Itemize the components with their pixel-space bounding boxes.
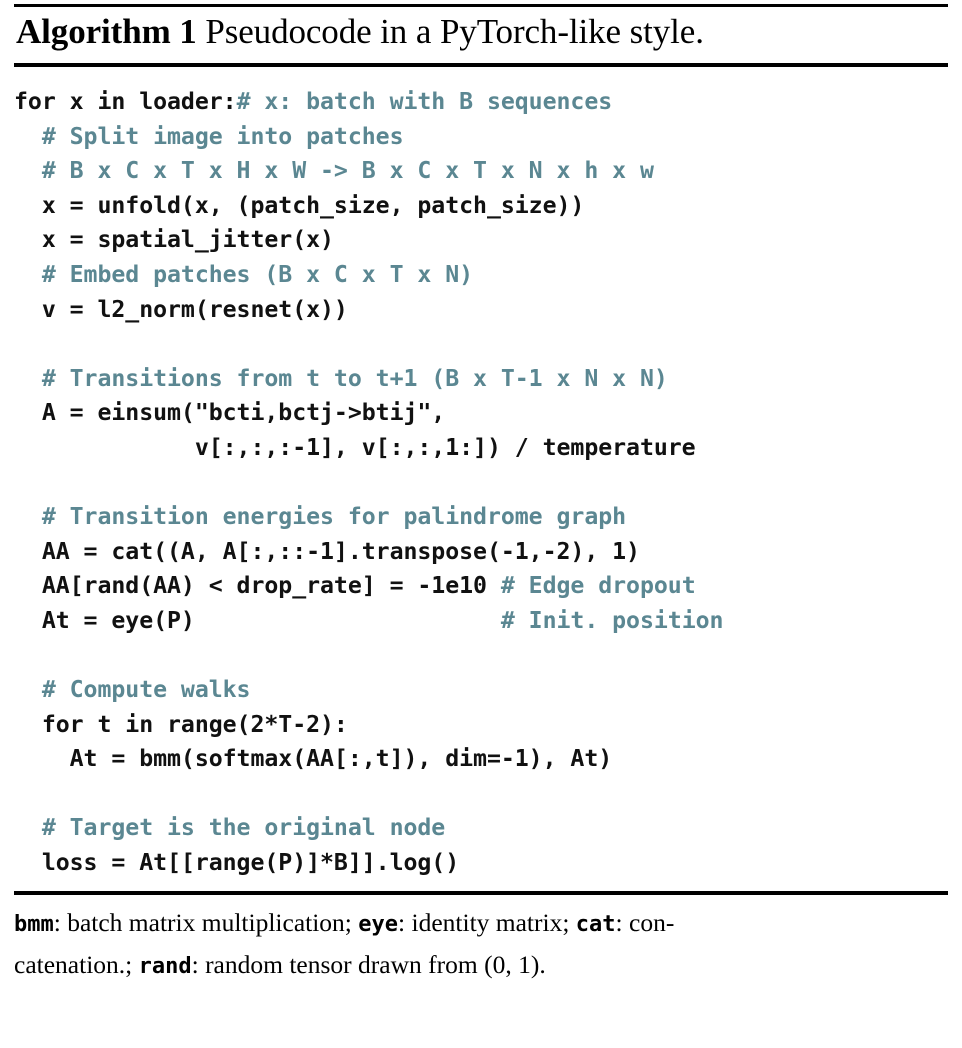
code-comment-token: # Init. position xyxy=(500,606,724,634)
code-line: At = eye(P) # Init. position xyxy=(14,604,962,639)
footnote-code-term: bmm xyxy=(14,911,54,937)
code-comment-token: # Transition energies for palindrome gra… xyxy=(14,503,627,531)
code-comment-token: # Split image into patches xyxy=(14,122,404,150)
footnote-math-range: (0, 1) xyxy=(484,949,540,979)
code-token: v = l2_norm(resnet(x)) xyxy=(14,295,348,323)
code-line: # Transition energies for palindrome gra… xyxy=(14,500,962,535)
footnote-text: . xyxy=(539,949,546,979)
code-comment-token: # Edge dropout xyxy=(500,572,696,600)
footnote-line: bmm: batch matrix multiplication; eye: i… xyxy=(14,903,948,945)
code-line: v[:,:,:-1], v[:,:,1:]) / temperature xyxy=(14,431,962,466)
code-line: for x in loader:# x: batch with B sequen… xyxy=(14,85,962,120)
code-comment-token: # Target is the original node xyxy=(14,814,446,842)
code-token: for t in range(2*T-2): xyxy=(14,710,348,738)
footnote-text: : batch matrix multiplication; xyxy=(53,907,359,937)
code-token: x = unfold(x, (patch_size, patch_size)) xyxy=(14,191,585,219)
code-line: # Split image into patches xyxy=(14,120,962,155)
algorithm-number-label: Algorithm 1 xyxy=(16,12,197,51)
algorithm-figure: Algorithm 1 Pseudocode in a PyTorch-like… xyxy=(0,4,962,1048)
code-token: A = einsum("bcti,bctj->btij", xyxy=(14,399,446,427)
footnote-text: : random tensor drawn from xyxy=(191,949,485,979)
footnote-code-term: cat xyxy=(575,911,616,937)
code-token: for x in loader: xyxy=(14,88,237,115)
code-line: # Compute walks xyxy=(14,673,962,708)
code-line: x = unfold(x, (patch_size, patch_size)) xyxy=(14,189,962,224)
algorithm-caption-text: Pseudocode in a PyTorch-like style. xyxy=(205,12,704,51)
footnote-text: catenation.; xyxy=(14,949,139,979)
code-token: v[:,:,:-1], v[:,:,1:]) / temperature xyxy=(14,433,696,461)
code-comment-token: # B x C x T x H x W -> B x C x T x N x h… xyxy=(14,157,654,185)
code-comment-token: # Transitions from t to t+1 (B x T-1 x N… xyxy=(14,364,668,392)
code-comment-token: # x: batch with B sequences xyxy=(236,88,613,115)
code-line: At = bmm(softmax(AA[:,t]), dim=-1), At) xyxy=(14,742,962,777)
code-line: A = einsum("bcti,bctj->btij", xyxy=(14,396,962,431)
algorithm-title: Algorithm 1 Pseudocode in a PyTorch-like… xyxy=(0,7,962,58)
code-line: # Transitions from t to t+1 (B x T-1 x N… xyxy=(14,362,962,397)
footnote-code-term: rand xyxy=(138,953,192,979)
code-line: v = l2_norm(resnet(x)) xyxy=(14,293,962,328)
footnote-text: : con- xyxy=(615,907,675,937)
code-token: loss = At[[range(P)]*B]].log() xyxy=(14,849,460,877)
footnote-code-term: eye xyxy=(358,911,399,937)
code-token: At = eye(P) xyxy=(14,606,501,634)
code-line: AA = cat((A, A[:,::-1].transpose(-1,-2),… xyxy=(14,535,962,570)
code-line: x = spatial_jitter(x) xyxy=(14,223,962,258)
code-line: # B x C x T x H x W -> B x C x T x N x h… xyxy=(14,154,962,189)
code-token: AA = cat((A, A[:,::-1].transpose(-1,-2),… xyxy=(14,537,640,565)
code-comment-token: # Embed patches (B x C x T x N) xyxy=(14,260,474,288)
pseudocode-listing: for x in loader:# x: batch with B sequen… xyxy=(0,67,962,891)
algorithm-footnote: bmm: batch matrix multiplication; eye: i… xyxy=(0,895,962,987)
code-token: At = bmm(softmax(AA[:,t]), dim=-1), At) xyxy=(14,745,613,773)
code-line: # Embed patches (B x C x T x N) xyxy=(14,258,962,293)
code-comment-token: # Compute walks xyxy=(14,676,251,704)
footnote-text: : identity matrix; xyxy=(398,907,576,937)
code-line: loss = At[[range(P)]*B]].log() xyxy=(14,846,962,881)
code-line: AA[rand(AA) < drop_rate] = -1e10 # Edge … xyxy=(14,569,962,604)
code-token: AA[rand(AA) < drop_rate] = -1e10 xyxy=(14,572,501,600)
code-token: x = spatial_jitter(x) xyxy=(14,226,334,254)
footnote-line: catenation.; rand: random tensor drawn f… xyxy=(14,945,948,987)
code-line: for t in range(2*T-2): xyxy=(14,708,962,743)
code-line: # Target is the original node xyxy=(14,811,962,846)
